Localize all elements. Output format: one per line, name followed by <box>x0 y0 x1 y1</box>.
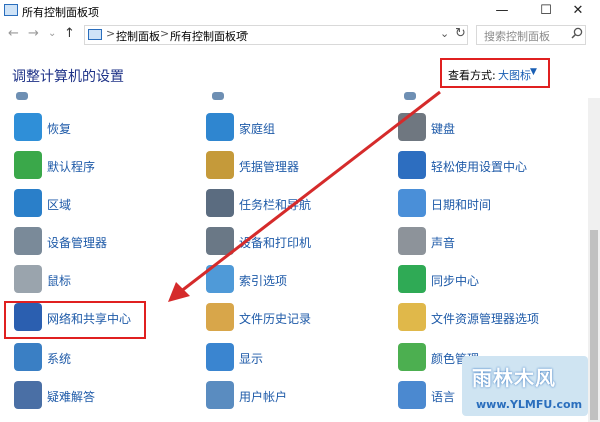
control-panel-item-label: 区域 <box>47 198 72 212</box>
control-panel-item[interactable]: 同步中心 <box>398 262 568 298</box>
address-dropdown-button[interactable]: ⌄ <box>440 27 449 40</box>
control-panel-item[interactable]: 显示 <box>206 340 376 376</box>
control-panel-item[interactable]: 日期和时间 <box>398 186 568 222</box>
control-panel-item-label: 日期和时间 <box>431 198 492 212</box>
control-panel-item-label: 文件资源管理器选项 <box>431 312 540 326</box>
search-placeholder: 搜索控制面板 <box>484 30 550 43</box>
partial-item-icon <box>212 92 224 100</box>
default-programs-icon <box>14 151 42 179</box>
control-panel-item-label: 鼠标 <box>47 274 72 288</box>
control-panel-item-label: 键盘 <box>431 122 456 136</box>
date-time-icon <box>398 189 426 217</box>
page-title: 调整计算机的设置 <box>12 69 124 85</box>
control-panel-item-label: 轻松使用设置中心 <box>431 160 528 174</box>
color-management-icon <box>398 343 426 371</box>
user-accounts-icon <box>206 381 234 409</box>
back-button[interactable]: ← <box>8 26 19 41</box>
minimize-button[interactable]: — <box>480 0 524 22</box>
control-panel-item[interactable]: 疑难解答 <box>14 378 184 414</box>
control-panel-item-label: 声音 <box>431 236 456 250</box>
control-panel-item[interactable]: 索引选项 <box>206 262 376 298</box>
watermark-logo-text: 雨林木风 <box>472 366 556 390</box>
breadcrumb-control-panel[interactable]: 控制面板 <box>116 28 160 44</box>
control-panel-item-label: 系统 <box>47 352 72 366</box>
ease-of-access-icon <box>398 151 426 179</box>
file-explorer-options-icon <box>398 303 426 331</box>
control-panel-item[interactable]: 设备和打印机 <box>206 224 376 260</box>
control-panel-item-label: 索引选项 <box>239 274 288 288</box>
taskbar-navigation-icon <box>206 189 234 217</box>
network-item-highlight <box>4 301 146 339</box>
recent-locations-button[interactable]: ⌄ <box>48 28 56 39</box>
indexing-options-icon <box>206 265 234 293</box>
language-icon <box>398 381 426 409</box>
partial-item-icon <box>16 92 28 100</box>
control-panel-item[interactable]: 文件历史记录 <box>206 300 376 336</box>
control-panel-item-label: 显示 <box>239 352 264 366</box>
file-history-icon <box>206 303 234 331</box>
control-panel-item-label: 用户帐户 <box>239 390 288 404</box>
control-panel-item-label: 疑难解答 <box>47 390 96 404</box>
view-by-label: 查看方式: <box>448 69 496 82</box>
control-panel-item-label: 默认程序 <box>47 160 96 174</box>
control-panel-item[interactable]: 设备管理器 <box>14 224 184 260</box>
control-panel-item[interactable]: 键盘 <box>398 110 568 146</box>
breadcrumb-separator: > <box>240 27 250 40</box>
control-panel-item-label: 凭据管理器 <box>239 160 300 174</box>
control-panel-item[interactable]: 文件资源管理器选项 <box>398 300 568 336</box>
control-panel-item[interactable]: 鼠标 <box>14 262 184 298</box>
troubleshooting-icon <box>14 381 42 409</box>
partial-item-icon <box>404 92 416 100</box>
credential-manager-icon <box>206 151 234 179</box>
control-panel-item[interactable]: 恢复 <box>14 110 184 146</box>
control-panel-item-label: 家庭组 <box>239 122 276 136</box>
control-panel-item-label: 设备和打印机 <box>239 236 312 250</box>
control-panel-item-label: 语言 <box>431 390 456 404</box>
control-panel-item[interactable]: 声音 <box>398 224 568 260</box>
region-icon <box>14 189 42 217</box>
close-button[interactable]: ✕ <box>556 0 600 22</box>
control-panel-item-label: 设备管理器 <box>47 236 108 250</box>
control-panel-item[interactable]: 系统 <box>14 340 184 376</box>
address-control-panel-icon <box>88 29 102 40</box>
control-panel-item[interactable]: 区域 <box>14 186 184 222</box>
search-icon <box>571 27 583 42</box>
breadcrumb-all-items[interactable]: 所有控制面板项 <box>170 28 247 44</box>
keyboard-icon <box>398 113 426 141</box>
control-panel-item-label: 文件历史记录 <box>239 312 312 326</box>
watermark-url: www.YLMFU.com <box>476 398 583 411</box>
control-panel-item[interactable]: 默认程序 <box>14 148 184 184</box>
forward-button[interactable]: → <box>28 26 39 41</box>
up-button[interactable]: ↑ <box>64 26 75 41</box>
scrollbar-thumb[interactable] <box>590 230 598 420</box>
devices-printers-icon <box>206 227 234 255</box>
control-panel-item-label: 恢复 <box>47 122 72 136</box>
breadcrumb-separator: > <box>106 27 116 40</box>
device-manager-icon <box>14 227 42 255</box>
view-by-dropdown[interactable]: 大图标 <box>498 67 531 83</box>
control-panel-item-label: 任务栏和导航 <box>239 198 312 212</box>
breadcrumb-separator: > <box>160 27 170 40</box>
mouse-icon <box>14 265 42 293</box>
control-panel-item[interactable]: 家庭组 <box>206 110 376 146</box>
display-icon <box>206 343 234 371</box>
control-panel-item[interactable]: 轻松使用设置中心 <box>398 148 568 184</box>
control-panel-item-label: 同步中心 <box>431 274 480 288</box>
refresh-button[interactable]: ↻ <box>455 26 466 41</box>
recovery-icon <box>14 113 42 141</box>
control-panel-item[interactable]: 凭据管理器 <box>206 148 376 184</box>
control-panel-icon <box>4 4 18 16</box>
sound-icon <box>398 227 426 255</box>
homegroup-icon <box>206 113 234 141</box>
system-icon <box>14 343 42 371</box>
chevron-down-icon[interactable]: ▼ <box>530 67 537 77</box>
control-panel-item[interactable]: 用户帐户 <box>206 378 376 414</box>
sync-center-icon <box>398 265 426 293</box>
window-title: 所有控制面板项 <box>22 6 99 19</box>
control-panel-item[interactable]: 任务栏和导航 <box>206 186 376 222</box>
